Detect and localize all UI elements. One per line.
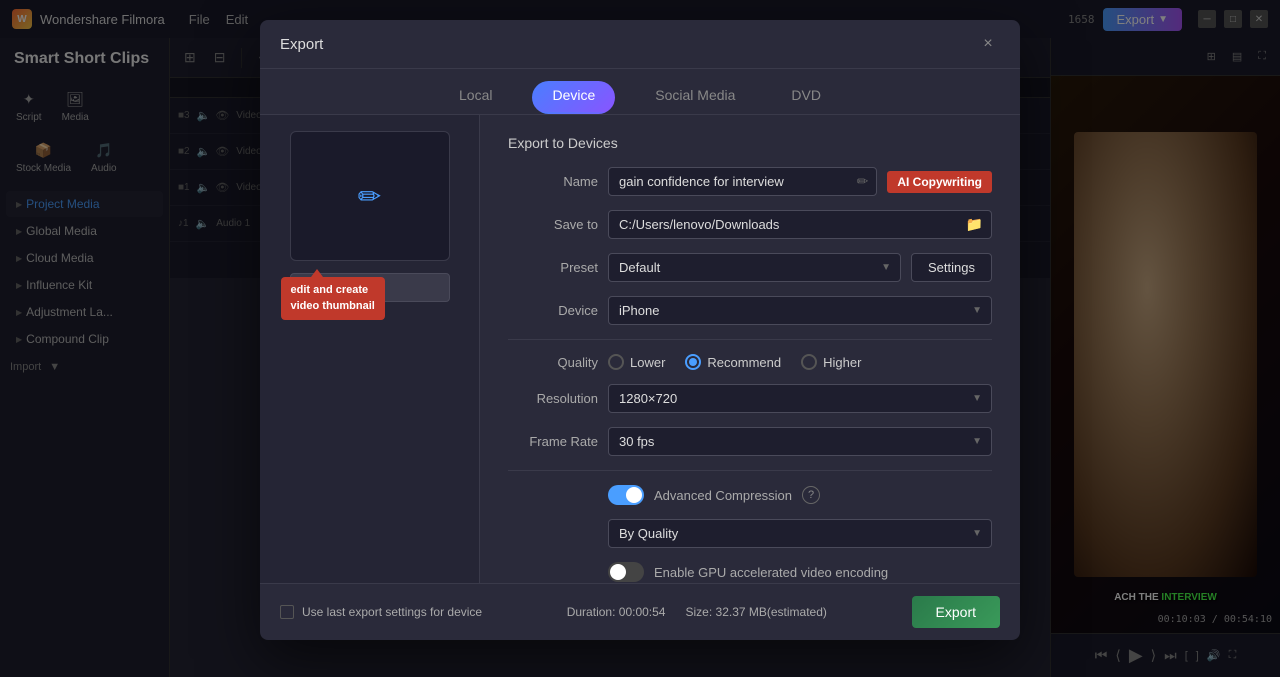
size-label: Size: <box>685 605 712 619</box>
save-to-input-wrapper: 📁 <box>608 210 992 239</box>
edit-pencil-icon: ✏ <box>358 180 381 213</box>
device-select-wrapper: iPhone iPad Android Apple TV ▼ <box>608 296 992 325</box>
settings-button[interactable]: Settings <box>911 253 992 282</box>
resolution-select-wrapper: 1280×720 1920×1080 3840×2160 ▼ <box>608 384 992 413</box>
last-export-checkbox[interactable] <box>280 605 294 619</box>
radio-higher-label: Higher <box>823 355 861 370</box>
device-label: Device <box>508 303 598 318</box>
quality-row: Quality Lower Recommend Higher <box>508 354 992 370</box>
quality-radio-group: Lower Recommend Higher <box>608 354 861 370</box>
duration-label: Duration: <box>567 605 616 619</box>
thumbnail-preview: ✏ edit and createvideo thumbnail <box>290 131 450 261</box>
duration-value: 00:00:54 <box>619 605 666 619</box>
name-input-wrapper: ✏ <box>608 167 877 196</box>
preset-row: Preset Default ▼ Settings <box>508 253 992 282</box>
duration-info: Duration: 00:00:54 <box>567 605 666 619</box>
quality-label: Quality <box>508 355 598 370</box>
name-input[interactable] <box>609 168 849 195</box>
size-value: 32.37 MB(estimated) <box>716 605 827 619</box>
radio-higher-circle <box>801 354 817 370</box>
advanced-compression-label: Advanced Compression <box>654 488 792 503</box>
ai-copywriting-badge[interactable]: AI Copywriting <box>887 171 992 193</box>
preset-label: Preset <box>508 260 598 275</box>
form-divider-2 <box>508 470 992 471</box>
modal-left-panel: ✏ edit and createvideo thumbnail Edit <box>260 115 480 583</box>
advanced-compression-toggle[interactable] <box>608 485 644 505</box>
modal-header: Export × <box>260 20 1020 69</box>
by-quality-select-wrapper: By Quality By Bitrate ▼ <box>608 519 992 548</box>
footer-checkbox-row: Use last export settings for device <box>280 605 482 619</box>
modal-footer: Use last export settings for device Dura… <box>260 583 1020 640</box>
modal-overlay: Export × Local Device Social Media DVD ✏ <box>0 0 1280 677</box>
name-row: Name ✏ AI Copywriting <box>508 167 992 196</box>
frame-rate-row: Frame Rate 30 fps 24 fps 60 fps ▼ <box>508 427 992 456</box>
radio-recommend-label: Recommend <box>707 355 781 370</box>
modal-form: Export to Devices Name ✏ AI Copywriting … <box>480 115 1020 583</box>
modal-body: ✏ edit and createvideo thumbnail Edit Ex… <box>260 115 1020 583</box>
tab-device[interactable]: Device <box>532 81 615 114</box>
gpu-toggle[interactable] <box>608 562 644 582</box>
advanced-compression-row: Advanced Compression ? <box>508 485 992 505</box>
frame-rate-select[interactable]: 30 fps 24 fps 60 fps <box>608 427 992 456</box>
quality-lower[interactable]: Lower <box>608 354 665 370</box>
help-icon[interactable]: ? <box>802 486 820 504</box>
by-quality-row: By Quality By Bitrate ▼ <box>508 519 992 548</box>
thumbnail-tooltip: edit and createvideo thumbnail <box>281 277 385 320</box>
pencil-icon[interactable]: ✏ <box>849 173 877 190</box>
radio-recommend-circle <box>685 354 701 370</box>
footer-info: Duration: 00:00:54 Size: 32.37 MB(estima… <box>567 605 827 619</box>
modal-close-button[interactable]: × <box>976 32 1000 56</box>
size-info: Size: 32.37 MB(estimated) <box>685 605 826 619</box>
preset-select[interactable]: Default <box>608 253 901 282</box>
gpu-row: Enable GPU accelerated video encoding <box>508 562 992 582</box>
tab-local[interactable]: Local <box>443 81 508 115</box>
quality-higher[interactable]: Higher <box>801 354 861 370</box>
resolution-row: Resolution 1280×720 1920×1080 3840×2160 … <box>508 384 992 413</box>
frame-rate-label: Frame Rate <box>508 434 598 449</box>
tooltip-arrow <box>311 269 323 277</box>
save-to-label: Save to <box>508 217 598 232</box>
tab-bar: Local Device Social Media DVD <box>260 69 1020 115</box>
device-select[interactable]: iPhone iPad Android Apple TV <box>608 296 992 325</box>
resolution-select[interactable]: 1280×720 1920×1080 3840×2160 <box>608 384 992 413</box>
folder-icon[interactable]: 📁 <box>958 216 991 233</box>
tab-dvd[interactable]: DVD <box>775 81 837 115</box>
export-modal: Export × Local Device Social Media DVD ✏ <box>260 20 1020 640</box>
quality-recommend[interactable]: Recommend <box>685 354 781 370</box>
device-row: Device iPhone iPad Android Apple TV ▼ <box>508 296 992 325</box>
section-title: Export to Devices <box>508 135 992 151</box>
preset-select-wrapper: Default ▼ <box>608 253 901 282</box>
resolution-label: Resolution <box>508 391 598 406</box>
gpu-label: Enable GPU accelerated video encoding <box>654 565 888 580</box>
radio-lower-circle <box>608 354 624 370</box>
frame-rate-select-wrapper: 30 fps 24 fps 60 fps ▼ <box>608 427 992 456</box>
form-divider <box>508 339 992 340</box>
by-quality-select[interactable]: By Quality By Bitrate <box>608 519 992 548</box>
modal-title: Export <box>280 36 323 53</box>
tab-social-media[interactable]: Social Media <box>639 81 751 115</box>
save-to-input[interactable] <box>609 211 958 238</box>
name-label: Name <box>508 174 598 189</box>
export-button[interactable]: Export <box>912 596 1000 628</box>
last-export-label: Use last export settings for device <box>302 605 482 619</box>
radio-lower-label: Lower <box>630 355 665 370</box>
save-to-row: Save to 📁 <box>508 210 992 239</box>
